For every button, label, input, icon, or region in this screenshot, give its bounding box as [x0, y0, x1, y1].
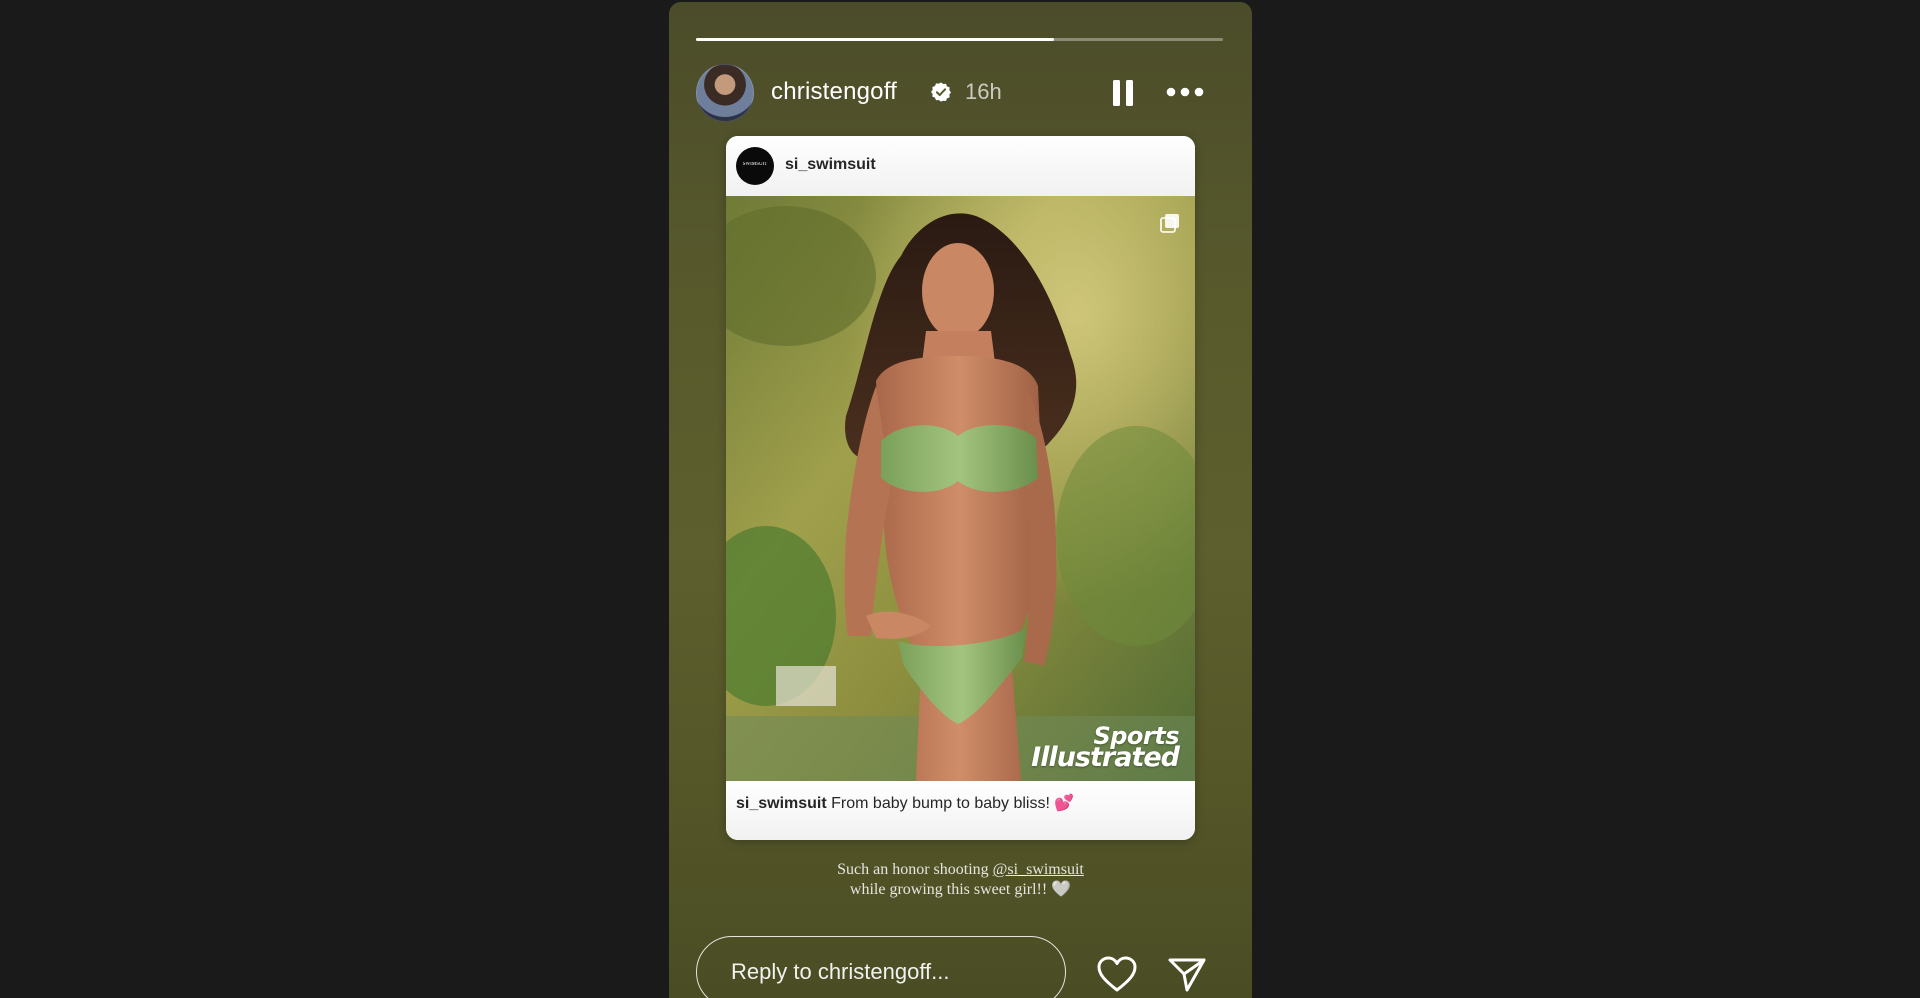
heart-icon[interactable] — [1096, 955, 1138, 993]
send-icon[interactable] — [1167, 956, 1207, 994]
post-username[interactable]: si_swimsuit — [785, 156, 876, 174]
story-username[interactable]: christengoff — [771, 78, 897, 106]
story-progress-fill — [696, 38, 1055, 41]
shared-post-card[interactable]: SWIMSUIT si_swimsuit Sports Illustrated … — [726, 136, 1195, 840]
profile-avatar[interactable] — [696, 64, 754, 122]
post-photo-image — [726, 196, 1195, 781]
caption-heart-emoji: 💕 — [1054, 795, 1075, 812]
story-viewer: christengoff 16h SWIMSUIT si_swimsuit Sp… — [669, 2, 1252, 998]
pause-icon[interactable] — [1110, 79, 1136, 107]
story-text-caption: Such an honor shooting @si_swimsuit whil… — [669, 860, 1252, 900]
more-icon[interactable] — [1165, 84, 1205, 100]
reply-input[interactable] — [731, 959, 1051, 985]
story-caption-line-2: while growing this sweet girl!! 🤍 — [669, 880, 1252, 900]
caption-username[interactable]: si_swimsuit — [736, 795, 827, 812]
post-photo[interactable]: Sports Illustrated — [726, 196, 1195, 781]
reply-box[interactable] — [696, 936, 1066, 998]
post-caption: si_swimsuit From baby bump to baby bliss… — [726, 781, 1195, 840]
story-caption-line-1: Such an honor shooting @si_swimsuit — [669, 860, 1252, 880]
story-caption-mention[interactable]: @si_swimsuit — [993, 861, 1084, 878]
story-caption-heart-emoji: 🤍 — [1051, 881, 1072, 898]
story-header: christengoff 16h — [696, 64, 1223, 122]
story-progress-bar — [696, 38, 1223, 41]
story-caption-prefix: Such an honor shooting — [837, 861, 993, 878]
story-timestamp: 16h — [965, 79, 1002, 104]
verified-badge-icon — [931, 82, 951, 102]
post-avatar[interactable]: SWIMSUIT — [736, 147, 774, 185]
story-caption-line-2-text: while growing this sweet girl!! — [849, 881, 1048, 898]
watermark-line-2: Illustrated — [1031, 742, 1180, 773]
post-header: SWIMSUIT si_swimsuit — [726, 136, 1195, 196]
caption-body: From baby bump to baby bliss! — [831, 795, 1050, 812]
sports-illustrated-watermark: Sports Illustrated — [1031, 724, 1180, 773]
post-avatar-logo: SWIMSUIT — [742, 162, 768, 167]
multiple-images-icon — [1160, 214, 1179, 233]
post-caption-text: si_swimsuit From baby bump to baby bliss… — [736, 793, 1074, 813]
